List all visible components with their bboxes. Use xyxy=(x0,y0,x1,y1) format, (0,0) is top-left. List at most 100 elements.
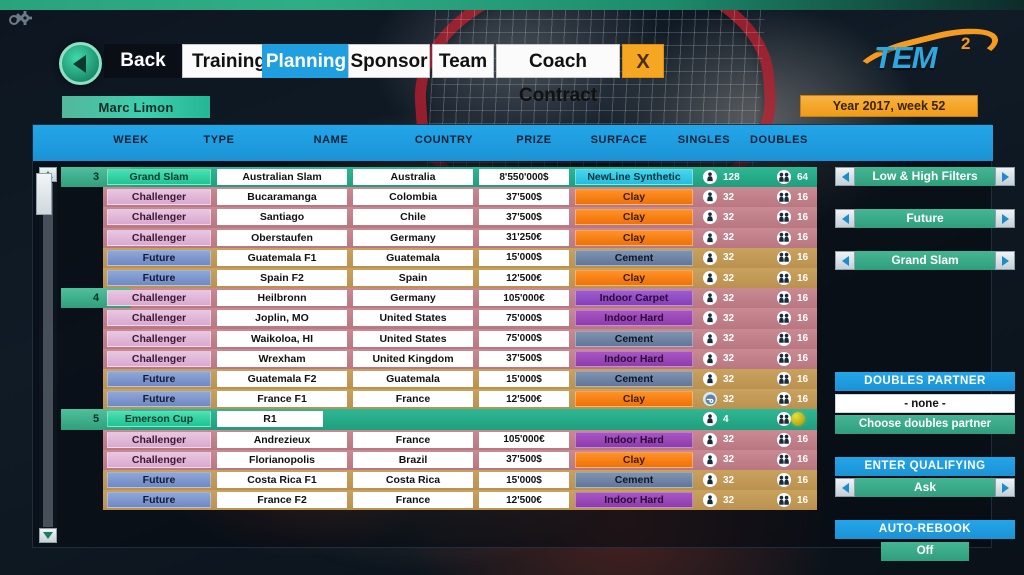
scrollbar-track[interactable] xyxy=(43,183,53,527)
surface-cell[interactable]: Cement xyxy=(575,330,693,347)
surface-cell[interactable]: Cement xyxy=(575,249,693,266)
type-cell[interactable]: Challenger xyxy=(107,330,211,347)
type-cell[interactable]: Challenger xyxy=(107,310,211,327)
type-cell[interactable]: Grand Slam xyxy=(107,169,211,185)
chevron-left-icon[interactable] xyxy=(835,167,855,186)
country-cell[interactable]: Costa Rica xyxy=(353,472,473,488)
surface-cell[interactable]: NewLine Synthetic xyxy=(575,169,693,185)
singles-draw-cell[interactable]: 4 xyxy=(699,411,769,427)
filter-1[interactable]: Future xyxy=(835,209,1015,228)
singles-draw-cell[interactable]: 32 xyxy=(699,492,769,508)
table-row[interactable]: Challenger Waikoloa, HI United States 75'00… xyxy=(61,328,817,349)
type-cell[interactable]: Challenger xyxy=(107,431,211,448)
prize-cell[interactable]: 105'000€ xyxy=(479,431,569,448)
type-cell[interactable]: Future xyxy=(107,472,211,488)
singles-draw-cell[interactable]: 32 xyxy=(699,270,769,286)
country-cell[interactable]: Colombia xyxy=(353,189,473,206)
prize-cell[interactable]: 37'500$ xyxy=(479,209,569,226)
singles-draw-cell[interactable]: 32 xyxy=(699,452,769,468)
chevron-left-icon[interactable] xyxy=(835,478,855,497)
singles-draw-cell[interactable]: 32 xyxy=(699,209,769,225)
table-row[interactable]: Future Spain F2 Spain 12'500€ Clay 32 16 xyxy=(61,268,817,289)
country-cell[interactable]: Guatemala xyxy=(353,249,473,266)
tab-sponsor[interactable]: Sponsor xyxy=(348,44,430,78)
country-cell[interactable]: France xyxy=(353,492,473,509)
country-cell[interactable]: United States xyxy=(353,330,473,347)
surface-cell[interactable]: Clay xyxy=(575,229,693,246)
tournament-name-cell[interactable]: France F2 xyxy=(217,492,347,509)
type-cell[interactable]: Challenger xyxy=(107,229,211,246)
type-cell[interactable]: Challenger xyxy=(107,209,211,226)
close-button[interactable]: X xyxy=(622,44,664,78)
tournament-name-cell[interactable]: Andrezieux xyxy=(217,431,347,448)
surface-cell[interactable]: Cement xyxy=(575,371,693,387)
surface-cell[interactable]: Clay xyxy=(575,189,693,206)
chevron-left-icon[interactable] xyxy=(835,209,855,228)
table-row[interactable]: Challenger Oberstaufen Germany 31'250€ Clay 3… xyxy=(61,227,817,248)
tournament-name-cell[interactable]: Heilbronn xyxy=(217,290,347,307)
scrollbar-thumb[interactable] xyxy=(36,173,52,215)
singles-draw-cell[interactable]: 32 xyxy=(699,472,769,488)
country-cell[interactable]: Brazil xyxy=(353,451,473,468)
prize-cell[interactable]: 105'000€ xyxy=(479,290,569,307)
prize-cell[interactable]: 12'500€ xyxy=(479,492,569,509)
back-button[interactable] xyxy=(59,42,102,85)
singles-draw-cell[interactable]: 32 xyxy=(699,432,769,448)
tournament-name-cell[interactable]: Oberstaufen xyxy=(217,229,347,246)
chevron-right-icon[interactable] xyxy=(995,209,1015,228)
type-cell[interactable]: Challenger xyxy=(107,451,211,468)
enter-qualifying[interactable]: Ask xyxy=(835,478,1015,497)
table-row[interactable]: Challenger Wrexham United Kingdom 37'500$ In… xyxy=(61,348,817,369)
table-row[interactable]: Future Guatemala F2 Guatemala 15'000$ Cement… xyxy=(61,369,817,390)
gear-icon[interactable] xyxy=(6,9,36,27)
type-cell[interactable]: Future xyxy=(107,391,211,408)
singles-draw-cell[interactable]: 32 xyxy=(699,391,769,407)
filter-2[interactable]: Grand Slam xyxy=(835,251,1015,270)
table-row[interactable]: 4 Challenger Heilbronn Germany 105'000€ Indoo… xyxy=(61,288,817,309)
type-cell[interactable]: Future xyxy=(107,270,211,286)
singles-draw-cell[interactable]: 32 xyxy=(699,371,769,387)
country-cell[interactable]: Chile xyxy=(353,209,473,226)
country-cell[interactable]: France xyxy=(353,431,473,448)
table-row[interactable]: Future France F2 France 12'500€ Indoor Hard 3… xyxy=(61,490,817,511)
surface-cell[interactable]: Clay xyxy=(575,391,693,408)
prize-cell[interactable]: 12'500€ xyxy=(479,391,569,408)
tab-team[interactable]: Team xyxy=(432,44,494,78)
country-cell[interactable]: Germany xyxy=(353,229,473,246)
tournament-name-cell[interactable]: Costa Rica F1 xyxy=(217,472,347,488)
tournament-name-cell[interactable]: Spain F2 xyxy=(217,270,347,286)
table-row[interactable]: Future Guatemala F1 Guatemala 15'000$ Cement… xyxy=(61,247,817,268)
singles-draw-cell[interactable]: 32 xyxy=(699,351,769,367)
type-cell[interactable]: Challenger xyxy=(107,290,211,307)
enter-qualifying-value[interactable]: Ask xyxy=(855,478,995,497)
tournament-name-cell[interactable]: France F1 xyxy=(217,391,347,408)
table-row[interactable]: Challenger Florianopolis Brazil 37'500$ Clay… xyxy=(61,449,817,470)
singles-draw-cell[interactable]: 32 xyxy=(699,290,769,306)
singles-draw-cell[interactable]: 32 xyxy=(699,310,769,326)
type-cell[interactable]: Future xyxy=(107,492,211,509)
table-row[interactable]: Future Costa Rica F1 Costa Rica 15'000$ Ceme… xyxy=(61,470,817,491)
prize-cell[interactable]: 75'000$ xyxy=(479,330,569,347)
country-cell[interactable]: United Kingdom xyxy=(353,350,473,367)
table-row[interactable]: Challenger Joplin, MO United States 75'000$… xyxy=(61,308,817,329)
prize-cell[interactable]: 75'000$ xyxy=(479,310,569,327)
tournament-name-cell[interactable]: Santiago xyxy=(217,209,347,226)
table-row[interactable]: Challenger Bucaramanga Colombia 37'500$ Clay… xyxy=(61,187,817,208)
prize-cell[interactable]: 15'000$ xyxy=(479,249,569,266)
table-row[interactable]: Challenger Andrezieux France 105'000€ Indoor… xyxy=(61,429,817,450)
tournament-name-cell[interactable]: R1 xyxy=(217,411,323,428)
type-cell[interactable]: Future xyxy=(107,371,211,387)
tournament-name-cell[interactable]: Bucaramanga xyxy=(217,189,347,206)
surface-cell[interactable]: Indoor Hard xyxy=(575,350,693,367)
filter-0[interactable]: Low & High Filters xyxy=(835,167,1015,186)
table-row[interactable]: 5Emerson CupR141 xyxy=(61,409,817,430)
back-label[interactable]: Back xyxy=(104,44,182,78)
doubles-partner-value[interactable]: - none - xyxy=(835,394,1015,413)
prize-cell[interactable]: 37'500$ xyxy=(479,189,569,206)
tournament-name-cell[interactable]: Waikoloa, HI xyxy=(217,330,347,347)
singles-draw-cell[interactable]: 32 xyxy=(699,331,769,347)
filter-2-value[interactable]: Grand Slam xyxy=(855,251,995,270)
prize-cell[interactable]: 12'500€ xyxy=(479,270,569,286)
singles-draw-cell[interactable]: 32 xyxy=(699,250,769,266)
surface-cell[interactable]: Indoor Carpet xyxy=(575,290,693,307)
